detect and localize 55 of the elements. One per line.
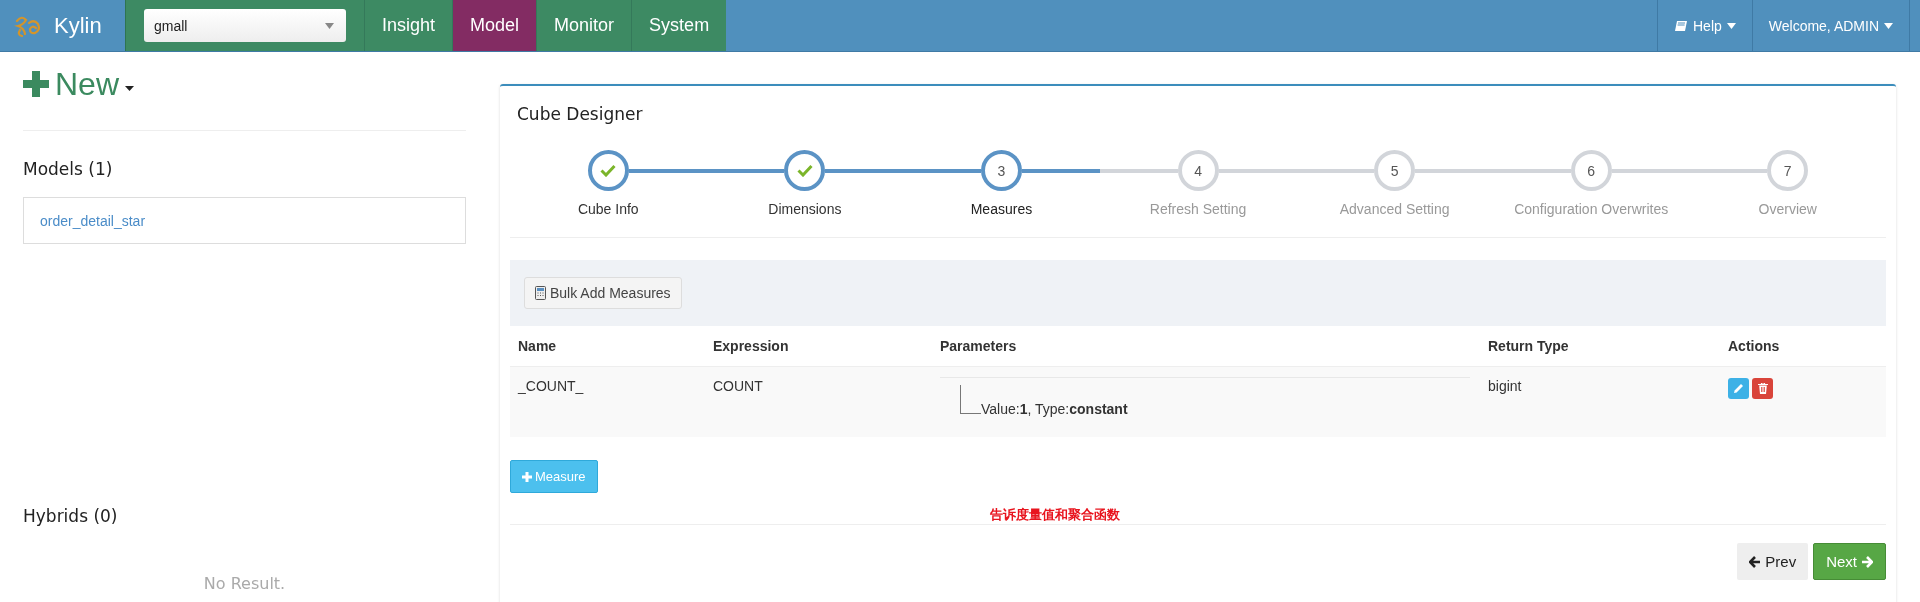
empty-message: No Result. [202, 574, 287, 593]
book-icon [1674, 19, 1688, 32]
arrow-right-icon [1861, 555, 1873, 568]
panel-title: Cube Designer [517, 104, 644, 124]
column-header: Name [517, 338, 558, 354]
step-circle[interactable] [784, 150, 826, 191]
tree-line [960, 385, 981, 414]
annotation-text: 告诉度量值和聚合函数 [990, 506, 1121, 522]
check-icon [600, 164, 617, 177]
plus-icon [23, 71, 49, 97]
bulk-add-button[interactable]: Bulk Add Measures [524, 277, 682, 309]
parameter-text: Value:1, Type:constant [981, 401, 1128, 417]
column-header: Expression [712, 338, 790, 354]
table-cell-text: COUNT [712, 377, 764, 396]
project-select[interactable]: gmall [144, 9, 346, 42]
next-button[interactable]: Next [1813, 543, 1886, 580]
step-circle[interactable]: 3 [980, 150, 1022, 191]
caret-icon [325, 22, 334, 29]
step-label: Overview [1758, 201, 1817, 217]
step-label: Configuration Overwrites [1514, 201, 1669, 217]
step-circle[interactable] [587, 150, 629, 191]
column-header: Actions [1727, 338, 1781, 354]
prev-button[interactable]: Prev [1737, 543, 1809, 580]
caret-icon [125, 85, 134, 91]
nav-tab[interactable]: Model [452, 0, 537, 51]
step-circle[interactable]: 5 [1374, 150, 1416, 191]
arrow-left-icon [1749, 555, 1762, 568]
caret-icon [1726, 22, 1736, 29]
model-link[interactable]: order_detail_star [40, 212, 146, 229]
edit-button[interactable] [1728, 378, 1749, 399]
check-icon [796, 164, 813, 177]
step-circle[interactable]: 4 [1177, 150, 1219, 191]
new-button[interactable]: New [23, 64, 134, 104]
plus-icon [522, 471, 532, 482]
caret-icon [1884, 22, 1893, 29]
calculator-icon [535, 286, 546, 300]
step-label: Dimensions [768, 201, 842, 217]
step-label: Refresh Setting [1149, 201, 1247, 217]
hybrids-heading: Hybrids (0) [23, 506, 119, 526]
step-label: Cube Info [577, 201, 639, 217]
user-menu[interactable]: Welcome, ADMIN [1751, 0, 1910, 51]
trash-icon [1757, 383, 1768, 394]
step-label: Measures [970, 201, 1033, 217]
column-header: Parameters [939, 338, 1018, 354]
pencil-icon [1733, 383, 1744, 394]
models-heading: Models (1) [23, 159, 114, 179]
delete-button[interactable] [1752, 378, 1773, 399]
step-label: Advanced Setting [1339, 201, 1450, 217]
step-circle[interactable]: 6 [1570, 150, 1612, 191]
help-menu[interactable]: Help [1657, 0, 1752, 51]
app-name[interactable]: Kylin [54, 12, 102, 39]
table-cell-text: bigint [1487, 377, 1523, 396]
table-cell-text: _COUNT_ [516, 377, 585, 396]
column-header: Return Type [1487, 338, 1570, 354]
step-circle[interactable]: 7 [1767, 150, 1809, 191]
